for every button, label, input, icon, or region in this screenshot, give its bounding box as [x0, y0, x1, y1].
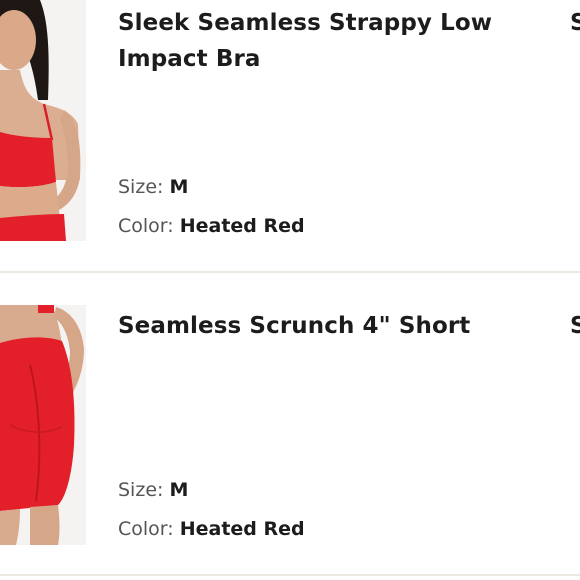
size-attribute: Size: M [118, 477, 188, 503]
size-label: Size: [118, 479, 170, 501]
color-attribute: Color: Heated Red [118, 516, 305, 542]
size-label: Size: [118, 176, 170, 198]
color-attribute: Color: Heated Red [118, 213, 305, 239]
product-title[interactable]: Seamless Scrunch 4" Short [118, 308, 548, 344]
bra-model-illustration [0, 0, 86, 241]
size-value: M [169, 479, 189, 501]
product-price-truncated: S [570, 313, 580, 339]
cart-page: Sleek Seamless Strappy Low Impact Bra S … [0, 0, 580, 580]
cart-item: Sleek Seamless Strappy Low Impact Bra S … [0, 0, 580, 272]
size-value: M [169, 176, 189, 198]
product-image-shorts[interactable] [0, 305, 86, 545]
product-title[interactable]: Sleek Seamless Strappy Low Impact Bra [118, 5, 548, 77]
product-image-bra[interactable] [0, 0, 86, 241]
product-price-truncated: S [570, 10, 580, 36]
color-label: Color: [118, 215, 180, 237]
cart-item: Seamless Scrunch 4" Short S Size: M Colo… [0, 273, 580, 573]
color-value: Heated Red [179, 215, 305, 237]
size-attribute: Size: M [118, 174, 188, 200]
color-value: Heated Red [179, 518, 305, 540]
shorts-model-illustration [0, 305, 86, 545]
item-divider [0, 574, 580, 576]
color-label: Color: [118, 518, 180, 540]
